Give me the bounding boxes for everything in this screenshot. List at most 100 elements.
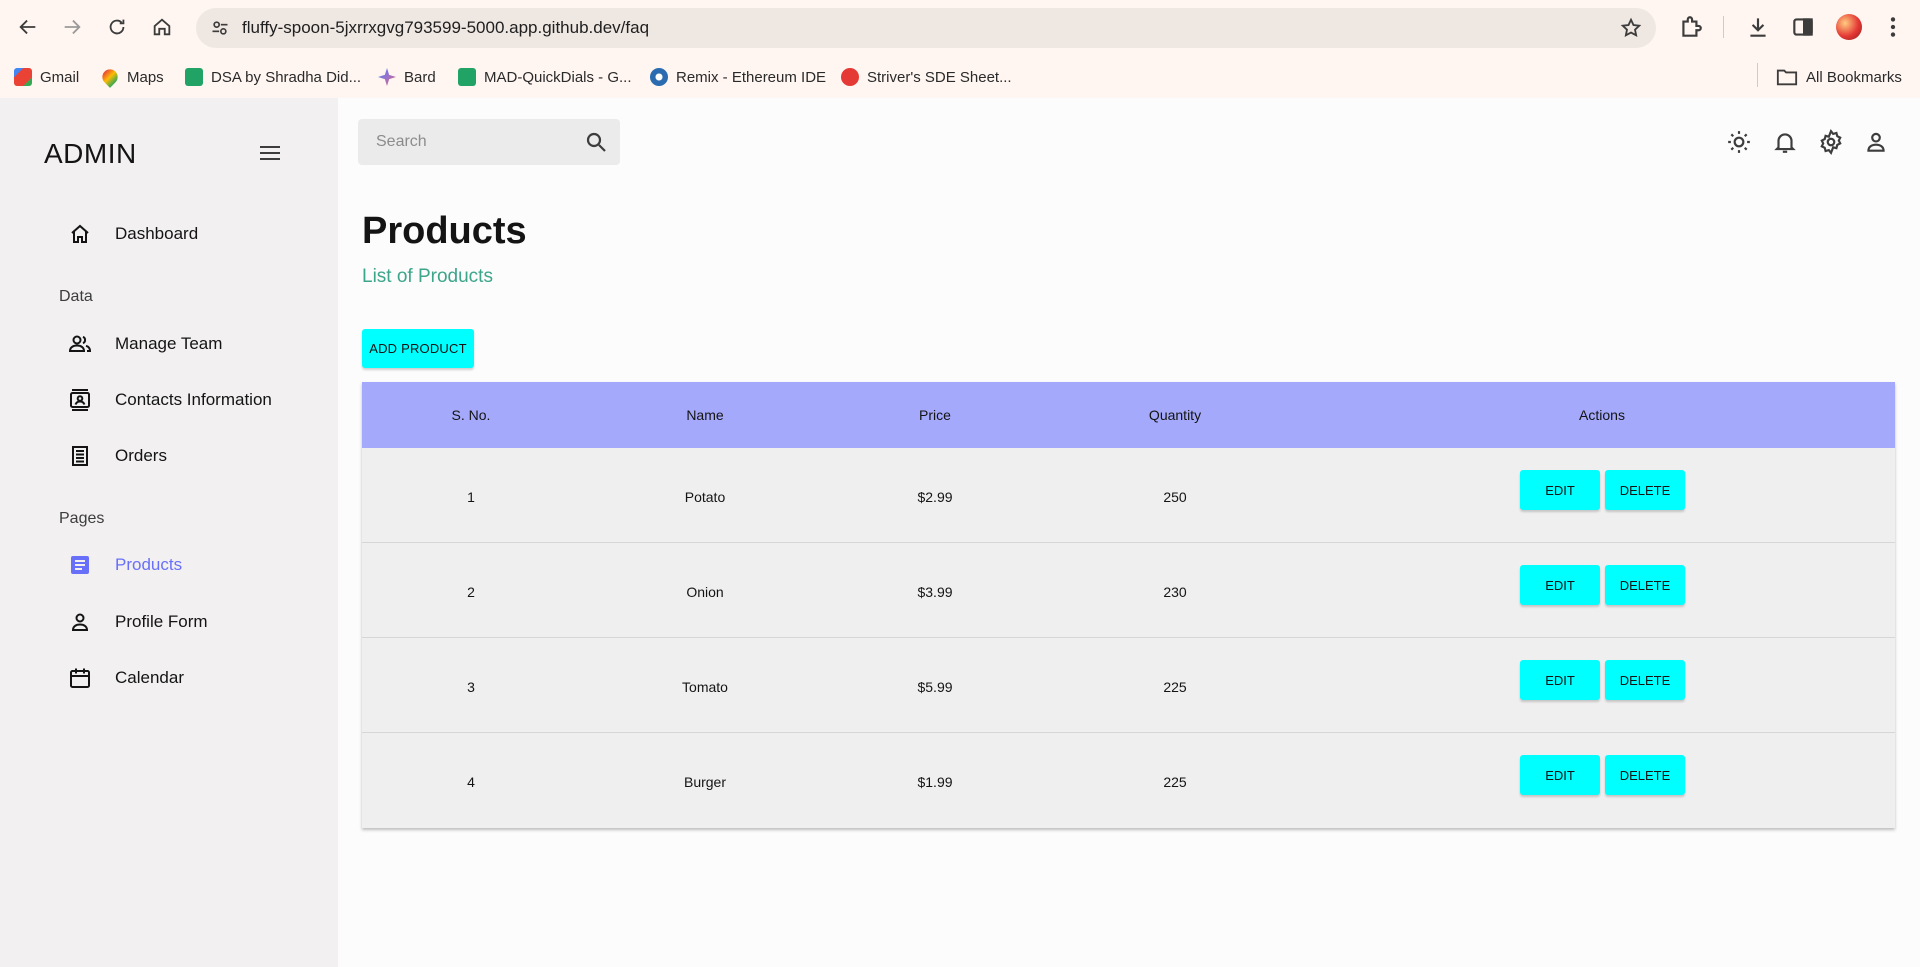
edit-button[interactable]: EDIT xyxy=(1520,755,1600,795)
table-row: 2 Onion $3.99 230 EDIT DELETE xyxy=(362,543,1895,638)
bookmark-label: Maps xyxy=(127,68,164,86)
receipt-icon xyxy=(72,446,88,466)
sidebar-item-profile-form[interactable]: Profile Form xyxy=(0,602,338,642)
sidebar-item-contacts[interactable]: Contacts Information xyxy=(0,380,338,420)
cell-price: $2.99 xyxy=(917,489,953,505)
back-icon[interactable] xyxy=(12,11,44,43)
forward-icon[interactable] xyxy=(56,11,88,43)
delete-button[interactable]: DELETE xyxy=(1605,470,1685,510)
more-menu-icon[interactable] xyxy=(1880,14,1906,40)
table-header: S. No. Name Price Quantity Actions xyxy=(362,382,1895,448)
sidebar-item-calendar[interactable]: Calendar xyxy=(0,658,338,698)
user-profile-icon[interactable] xyxy=(1863,129,1889,155)
cell-name: Onion xyxy=(686,584,724,600)
bookmark-label: Gmail xyxy=(40,68,80,86)
url-text[interactable]: fluffy-spoon-5jxrrxgvg793599-5000.app.gi… xyxy=(242,18,649,38)
column-header-name[interactable]: Name xyxy=(686,407,723,423)
edit-button[interactable]: EDIT xyxy=(1520,470,1600,510)
search-bar xyxy=(358,119,620,165)
bookmark-star-icon[interactable] xyxy=(1620,17,1642,39)
search-icon[interactable] xyxy=(584,130,608,154)
add-product-button[interactable]: ADD PRODUCT xyxy=(362,329,474,368)
sidebar-item-label: Calendar xyxy=(115,668,184,687)
section-label-data: Data xyxy=(59,288,93,305)
column-header-quantity[interactable]: Quantity xyxy=(1149,407,1201,423)
profile-avatar[interactable] xyxy=(1836,14,1862,40)
browser-toolbar: fluffy-spoon-5jxrrxgvg793599-5000.app.gi… xyxy=(0,0,1920,55)
bookmark-striver[interactable]: Striver's SDE Sheet... xyxy=(841,64,1012,90)
site-settings-icon[interactable] xyxy=(210,18,230,38)
products-table: S. No. Name Price Quantity Actions 1 Pot… xyxy=(362,382,1895,828)
sidebar-item-label: Orders xyxy=(115,446,167,465)
brand-title: ADMIN xyxy=(44,138,137,169)
reload-icon[interactable] xyxy=(101,11,133,43)
bookmark-label: DSA by Shradha Did... xyxy=(211,68,362,86)
cell-sno: 1 xyxy=(467,489,475,505)
side-panel-icon[interactable] xyxy=(1790,14,1816,40)
column-header-price[interactable]: Price xyxy=(919,407,951,423)
sidebar-item-label: Manage Team xyxy=(115,334,223,353)
bookmark-label: MAD-QuickDials - G... xyxy=(484,68,632,86)
bookmark-bard[interactable]: Bard xyxy=(378,64,436,90)
tuf-icon xyxy=(841,68,859,86)
page-subtitle: List of Products xyxy=(362,266,493,287)
table-row: 3 Tomato $5.99 225 EDIT DELETE xyxy=(362,638,1895,733)
delete-button[interactable]: DELETE xyxy=(1605,565,1685,605)
table-row: 4 Burger $1.99 225 EDIT DELETE xyxy=(362,733,1895,828)
bookmark-label: Remix - Ethereum IDE xyxy=(676,68,827,86)
bookmark-remix[interactable]: Remix - Ethereum IDE xyxy=(650,64,826,90)
sidebar-item-products[interactable]: Products xyxy=(0,545,338,585)
cell-sno: 2 xyxy=(467,584,475,600)
search-input[interactable] xyxy=(376,131,566,153)
maps-pin-icon xyxy=(99,66,121,88)
sidebar-item-label: Contacts Information xyxy=(115,390,272,409)
home-browser-icon[interactable] xyxy=(146,11,178,43)
delete-button[interactable]: DELETE xyxy=(1605,660,1685,700)
column-header-actions: Actions xyxy=(1579,407,1625,423)
notifications-icon[interactable] xyxy=(1772,129,1798,155)
cell-quantity: 225 xyxy=(1163,774,1187,790)
settings-gear-icon[interactable] xyxy=(1818,129,1844,155)
download-icon[interactable] xyxy=(1745,14,1771,40)
table-row: 1 Potato $2.99 250 EDIT DELETE xyxy=(362,448,1895,543)
bookmarks-bar: Gmail Maps DSA by Shradha Did... Bard MA… xyxy=(0,55,1920,98)
edit-button[interactable]: EDIT xyxy=(1520,660,1600,700)
bookmark-label: Bard xyxy=(404,68,436,86)
sheets-icon xyxy=(185,68,203,86)
cell-price: $5.99 xyxy=(917,679,953,695)
cell-quantity: 250 xyxy=(1163,489,1187,505)
extensions-icon[interactable] xyxy=(1678,14,1704,40)
page-title: Products xyxy=(362,210,527,252)
all-bookmarks-label: All Bookmarks xyxy=(1806,68,1902,86)
bookmark-maps[interactable]: Maps xyxy=(99,64,164,90)
sidebar-item-dashboard[interactable]: Dashboard xyxy=(0,214,338,254)
contacts-icon xyxy=(70,389,90,411)
light-mode-icon[interactable] xyxy=(1726,129,1752,155)
cell-name: Tomato xyxy=(682,679,728,695)
sheets-icon xyxy=(458,68,476,86)
menu-toggle-icon[interactable] xyxy=(258,142,284,164)
bookmarks-divider xyxy=(1757,63,1758,87)
delete-button[interactable]: DELETE xyxy=(1605,755,1685,795)
cell-quantity: 225 xyxy=(1163,679,1187,695)
gmail-icon xyxy=(14,68,32,86)
bookmark-gmail[interactable]: Gmail xyxy=(14,64,79,90)
sidebar-item-label: Profile Form xyxy=(115,612,208,631)
article-icon xyxy=(71,556,89,574)
address-bar[interactable]: fluffy-spoon-5jxrrxgvg793599-5000.app.gi… xyxy=(196,8,1656,48)
home-icon xyxy=(71,224,89,243)
remix-icon xyxy=(650,68,668,86)
bookmark-mad-quickdials[interactable]: MAD-QuickDials - G... xyxy=(458,64,632,90)
cell-sno: 3 xyxy=(467,679,475,695)
sidebar-item-manage-team[interactable]: Manage Team xyxy=(0,324,338,364)
edit-button[interactable]: EDIT xyxy=(1520,565,1600,605)
calendar-icon xyxy=(70,668,90,688)
cell-quantity: 230 xyxy=(1163,584,1187,600)
bookmark-dsa[interactable]: DSA by Shradha Did... xyxy=(185,64,361,90)
sidebar-item-orders[interactable]: Orders xyxy=(0,436,338,476)
section-label-pages: Pages xyxy=(59,510,105,527)
all-bookmarks[interactable]: All Bookmarks xyxy=(1776,64,1902,90)
cell-sno: 4 xyxy=(467,774,475,790)
sidebar: ADMIN Dashboard Data Manage Team Contact… xyxy=(0,98,338,967)
column-header-sno[interactable]: S. No. xyxy=(452,407,491,423)
